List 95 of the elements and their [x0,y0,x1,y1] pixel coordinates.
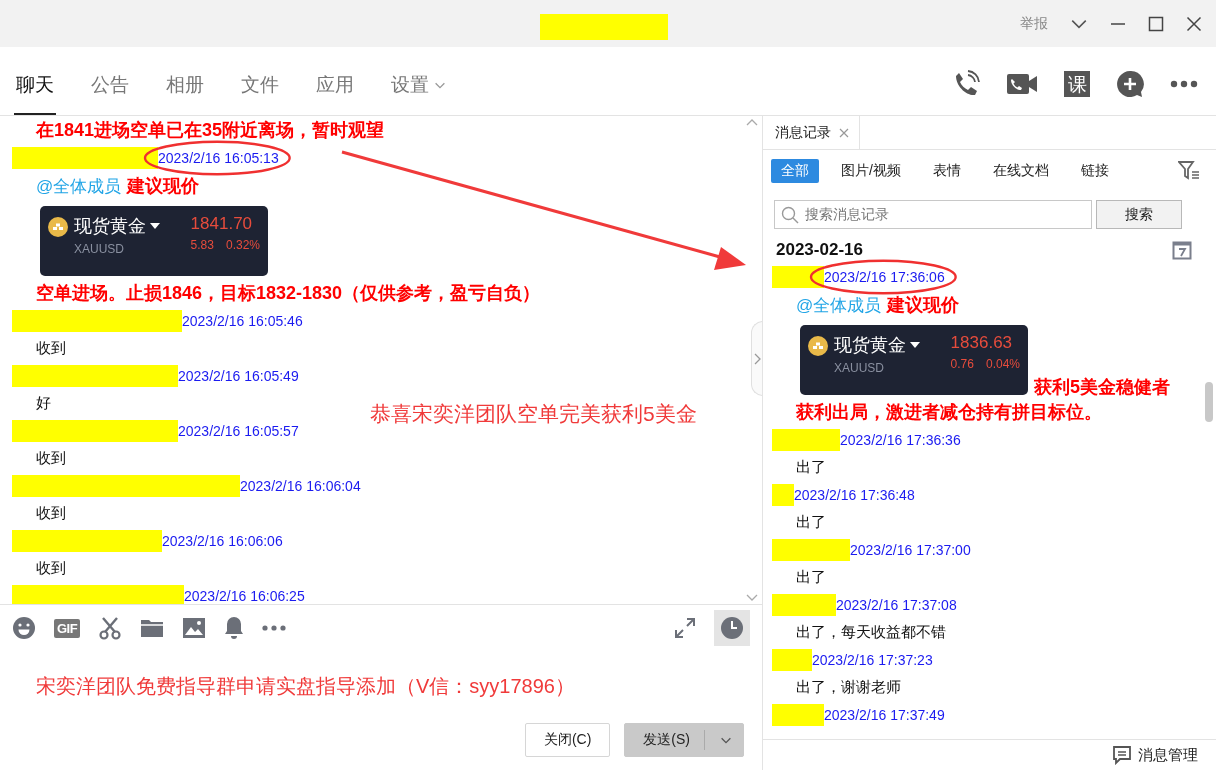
search-icon [781,205,799,224]
tab[interactable]: 文件 [239,47,281,115]
message-text: 收到 [36,558,66,578]
course-button[interactable]: 课 [1064,71,1090,97]
redaction-block [772,483,794,506]
close-button[interactable]: 关闭(C) [524,723,611,757]
more-icon[interactable] [262,625,287,631]
message-text: 出了 [796,567,826,587]
close-icon[interactable] [1186,15,1202,32]
message-time: 2023/2/16 16:05:46 [182,312,303,329]
smiley-icon[interactable] [12,616,36,640]
annotation-text: 建议现价 [887,294,960,317]
search-button[interactable]: 搜索 [1096,200,1182,229]
video-call-icon[interactable] [1006,71,1038,97]
percent-change: 0.32% [225,238,260,252]
folder-icon[interactable] [140,618,165,638]
report-link[interactable]: 举报 [1020,14,1048,33]
collapse-handle[interactable] [751,321,762,396]
tab[interactable]: 公告 [89,47,131,115]
filter-icon[interactable] [1178,161,1200,181]
message-text: 出了 [796,512,826,532]
message-time: 2023/2/16 17:37:08 [836,596,957,613]
message-time: 2023/2/16 16:06:25 [184,587,305,604]
message-text: 出了，每天收益都不错 [796,622,946,642]
price-value: 1836.63 [950,333,1014,353]
tab[interactable]: 设置 [389,47,449,115]
percent-change: 0.04% [985,357,1020,371]
mention-tag[interactable]: @全体成员 [796,294,882,317]
more-icon[interactable] [1170,80,1198,88]
message-time: 2023/2/16 17:37:49 [824,706,945,723]
coin-icon [48,217,68,237]
mention-tag[interactable]: @全体成员 [36,175,122,198]
annotation-text: 空单进场。止损1846，目标1832-1830（仅供参考，盈亏自负） [35,282,541,305]
expand-icon[interactable] [674,617,696,639]
message-text: 出了，谢谢老师 [796,677,901,697]
instrument-name: 现货黄金 [834,334,906,357]
caret-icon [150,223,160,229]
price-change: 5.83 [190,238,214,252]
redaction-block [772,648,812,671]
instrument-symbol: XAUUSD [74,242,125,256]
calendar-icon[interactable] [1172,240,1192,260]
annotation-text: 获利5美金稳健者 [1034,376,1170,399]
scissors-icon[interactable] [98,616,123,640]
filter-tab[interactable]: 在线文档 [982,159,1059,183]
filter-tab[interactable]: 图片/视频 [831,159,911,183]
send-button[interactable]: 发送(S) [624,723,744,757]
message-text: 收到 [36,448,66,468]
redaction-block [772,703,824,726]
filter-tab[interactable]: 表情 [922,159,971,183]
message-time: 2023/2/16 16:05:57 [178,422,299,439]
annotation-text: 恭喜宋奕洋团队空单完美获利5美金 [370,401,697,427]
message-time: 2023/2/16 17:37:00 [850,541,971,558]
tab[interactable]: 应用 [314,47,356,115]
message-time: 2023/2/16 17:36:06 [824,268,945,285]
search-field[interactable]: 搜索消息记录 [774,200,1092,229]
redaction-block [772,593,836,616]
scrollbar-thumb[interactable] [1205,382,1213,422]
message-input[interactable]: 宋奕洋团队免费指导群申请实盘指导添加（V信：syy17896） [0,651,762,717]
history-button[interactable] [714,610,750,646]
maximize-icon[interactable] [1148,15,1164,32]
message-text: 收到 [36,503,66,523]
tab[interactable]: 聊天 [14,47,56,115]
redaction-block [772,428,840,451]
instrument-symbol: XAUUSD [834,361,885,375]
clock-icon [720,616,744,640]
message-icon [1112,745,1132,765]
instrument-name: 现货黄金 [74,215,146,238]
redaction-block [772,265,824,288]
message-time: 2023/2/16 16:05:49 [178,367,299,384]
message-time: 2023/2/16 16:06:04 [240,477,361,494]
message-text: 好 [36,393,51,413]
panel-tab[interactable]: 消息记录 [775,123,831,142]
message-time: 2023/2/16 17:36:48 [794,486,915,503]
message-manager-button[interactable]: 消息管理 [1106,744,1204,766]
price-value: 1841.70 [190,214,254,234]
price-change: 0.76 [950,357,974,371]
filter-tab[interactable]: 全部 [771,159,819,183]
message-time: 2023/2/16 17:37:23 [812,651,933,668]
date-heading: 2023-02-16 [776,240,863,260]
image-icon[interactable] [182,617,207,639]
message-time: 2023/2/16 16:06:06 [162,532,283,549]
caret-icon [910,342,920,348]
message-text: 收到 [36,338,66,358]
add-chat-icon[interactable] [1116,70,1144,98]
message-time: 2023/2/16 16:05:13 [158,149,279,166]
annotation-text: 获利出局，激进者减仓持有拼目标位。 [795,401,1102,424]
message-time: 2023/2/16 17:36:36 [840,431,961,448]
filter-tab[interactable]: 链接 [1070,159,1119,183]
annotation-text: 在1841进场空单已在35附近离场，暂时观望 [35,119,385,142]
gif-button[interactable]: GIF [54,618,81,638]
message-text: 出了 [796,457,826,477]
tab[interactable]: 相册 [164,47,206,115]
annotation-text: 建议现价 [127,175,200,198]
coin-icon [808,336,828,356]
bell-icon[interactable] [224,616,245,640]
